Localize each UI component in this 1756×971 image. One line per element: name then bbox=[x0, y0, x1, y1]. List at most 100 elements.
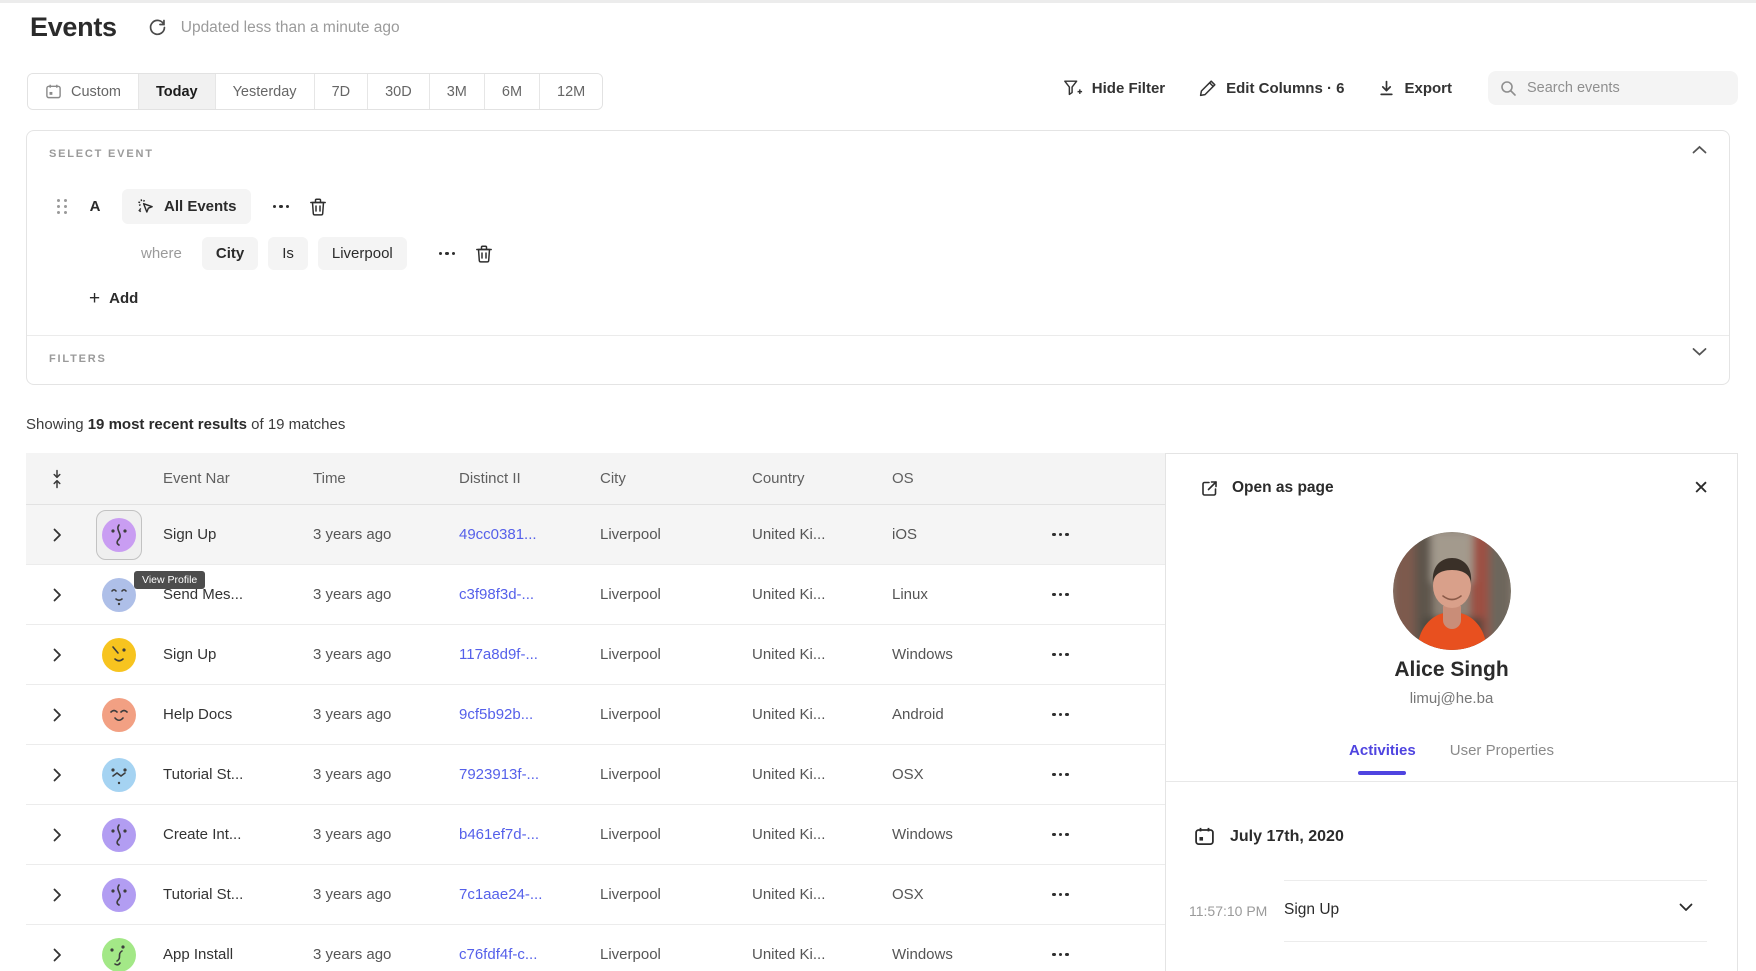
add-label: Add bbox=[109, 290, 138, 307]
tab-12m[interactable]: 12M bbox=[539, 74, 602, 109]
hide-filter-button[interactable]: Hide Filter bbox=[1063, 79, 1165, 97]
os-value: iOS bbox=[889, 526, 1030, 543]
sort-rows-icon[interactable] bbox=[26, 469, 88, 489]
refresh-button[interactable] bbox=[147, 17, 169, 39]
event-name: Tutorial St... bbox=[150, 766, 310, 783]
trash-icon[interactable] bbox=[309, 197, 327, 216]
event-time: 3 years ago bbox=[310, 766, 456, 783]
event-time: 3 years ago bbox=[310, 586, 456, 603]
column-header-distinct-id[interactable]: Distinct II bbox=[456, 470, 597, 487]
distinct-id-link[interactable]: 7c1aae24-... bbox=[459, 886, 542, 903]
distinct-id-link[interactable]: b461ef7d-... bbox=[459, 826, 539, 843]
tab-user-properties[interactable]: User Properties bbox=[1450, 742, 1554, 772]
column-header-country[interactable]: Country bbox=[749, 470, 889, 487]
table-row[interactable]: Tutorial St... 3 years ago 7923913f-... … bbox=[26, 745, 1165, 805]
chevron-right-icon[interactable] bbox=[53, 528, 62, 542]
distinct-id-link[interactable]: 7923913f-... bbox=[459, 766, 539, 783]
column-header-event[interactable]: Event Nar bbox=[150, 470, 310, 487]
trash-icon[interactable] bbox=[475, 244, 493, 263]
chevron-right-icon[interactable] bbox=[53, 588, 62, 602]
more-icon[interactable] bbox=[1048, 767, 1073, 783]
chevron-right-icon[interactable] bbox=[53, 648, 62, 662]
avatar[interactable] bbox=[102, 758, 136, 792]
view-profile-tooltip: View Profile bbox=[134, 571, 205, 589]
avatar[interactable] bbox=[102, 518, 136, 552]
distinct-id-link[interactable]: 117a8d9f-... bbox=[459, 646, 538, 663]
table-row[interactable]: Create Int... 3 years ago b461ef7d-... L… bbox=[26, 805, 1165, 865]
close-icon[interactable]: ✕ bbox=[1685, 473, 1717, 504]
distinct-id-link[interactable]: c3f98f3d-... bbox=[459, 586, 534, 603]
table-row[interactable]: Help Docs 3 years ago 9cf5b92b... Liverp… bbox=[26, 685, 1165, 745]
property-chip[interactable]: City bbox=[202, 237, 258, 270]
distinct-id-link[interactable]: c76fdf4f-c... bbox=[459, 946, 537, 963]
chevron-down-icon[interactable] bbox=[1679, 903, 1693, 912]
tab-activities[interactable]: Activities bbox=[1349, 742, 1416, 772]
page-header: Events Updated less than a minute ago bbox=[30, 12, 400, 43]
tab-6m[interactable]: 6M bbox=[484, 74, 539, 109]
more-icon[interactable] bbox=[1048, 527, 1073, 543]
chevron-right-icon[interactable] bbox=[53, 708, 62, 722]
more-icon[interactable] bbox=[1048, 947, 1073, 963]
country-value: United Ki... bbox=[749, 886, 889, 903]
tab-custom[interactable]: Custom bbox=[28, 74, 138, 109]
city-value: Liverpool bbox=[597, 526, 749, 543]
tab-7d[interactable]: 7D bbox=[314, 74, 368, 109]
search-input[interactable] bbox=[1527, 80, 1707, 96]
chevron-up-icon[interactable] bbox=[1692, 145, 1707, 155]
profile-photo[interactable] bbox=[1393, 532, 1511, 650]
distinct-id-link[interactable]: 9cf5b92b... bbox=[459, 706, 533, 723]
column-header-os[interactable]: OS bbox=[889, 470, 1030, 487]
chevron-right-icon[interactable] bbox=[53, 768, 62, 782]
avatar[interactable] bbox=[102, 578, 136, 612]
column-header-city[interactable]: City bbox=[597, 470, 749, 487]
avatar[interactable] bbox=[102, 818, 136, 852]
edit-columns-label: Edit Columns · 6 bbox=[1226, 80, 1344, 97]
drag-handle-icon[interactable] bbox=[57, 199, 68, 214]
table-row[interactable]: Sign Up 3 years ago 49cc0381... Liverpoo… bbox=[26, 505, 1165, 565]
tab-30d[interactable]: 30D bbox=[367, 74, 429, 109]
add-event-button[interactable]: + Add bbox=[89, 289, 138, 308]
calendar-icon bbox=[45, 83, 62, 100]
more-icon[interactable] bbox=[435, 248, 460, 260]
card-divider bbox=[27, 335, 1729, 336]
chevron-right-icon[interactable] bbox=[53, 948, 62, 962]
table-row[interactable]: Sign Up 3 years ago 117a8d9f-... Liverpo… bbox=[26, 625, 1165, 685]
chevron-right-icon[interactable] bbox=[53, 888, 62, 902]
tab-3m[interactable]: 3M bbox=[429, 74, 484, 109]
more-icon[interactable] bbox=[1048, 887, 1073, 903]
edit-columns-button[interactable]: Edit Columns · 6 bbox=[1199, 79, 1344, 97]
avatar[interactable] bbox=[102, 938, 136, 971]
results-suffix: of 19 matches bbox=[247, 416, 345, 433]
country-value: United Ki... bbox=[749, 766, 889, 783]
chevron-right-icon[interactable] bbox=[53, 828, 62, 842]
tab-yesterday[interactable]: Yesterday bbox=[215, 74, 314, 109]
search-box[interactable] bbox=[1488, 71, 1738, 105]
activity-time: 11:57:10 PM bbox=[1189, 903, 1267, 919]
avatar[interactable] bbox=[102, 698, 136, 732]
city-value: Liverpool bbox=[597, 766, 749, 783]
operator-chip[interactable]: Is bbox=[268, 237, 308, 270]
more-icon[interactable] bbox=[1048, 587, 1073, 603]
avatar[interactable] bbox=[102, 638, 136, 672]
distinct-id-link[interactable]: 49cc0381... bbox=[459, 526, 537, 543]
more-icon[interactable] bbox=[1048, 647, 1073, 663]
more-icon[interactable] bbox=[1048, 827, 1073, 843]
tab-today[interactable]: Today bbox=[138, 74, 215, 109]
export-button[interactable]: Export bbox=[1378, 80, 1452, 97]
avatar[interactable] bbox=[102, 878, 136, 912]
event-time: 3 years ago bbox=[310, 826, 456, 843]
country-value: United Ki... bbox=[749, 586, 889, 603]
page-title: Events bbox=[30, 12, 117, 43]
event-time: 3 years ago bbox=[310, 946, 456, 963]
country-value: United Ki... bbox=[749, 526, 889, 543]
value-chip[interactable]: Liverpool bbox=[318, 237, 407, 270]
table-row[interactable]: App Install 3 years ago c76fdf4f-c... Li… bbox=[26, 925, 1165, 971]
column-header-time[interactable]: Time bbox=[310, 470, 456, 487]
activity-item[interactable]: 11:57:10 PM Sign Up bbox=[1166, 881, 1737, 941]
event-select-chip[interactable]: All Events bbox=[122, 189, 251, 224]
open-as-page-button[interactable]: Open as page bbox=[1200, 479, 1334, 498]
table-row[interactable]: Tutorial St... 3 years ago 7c1aae24-... … bbox=[26, 865, 1165, 925]
more-icon[interactable] bbox=[1048, 707, 1073, 723]
more-icon[interactable] bbox=[269, 201, 294, 213]
chevron-down-icon[interactable] bbox=[1692, 347, 1707, 357]
